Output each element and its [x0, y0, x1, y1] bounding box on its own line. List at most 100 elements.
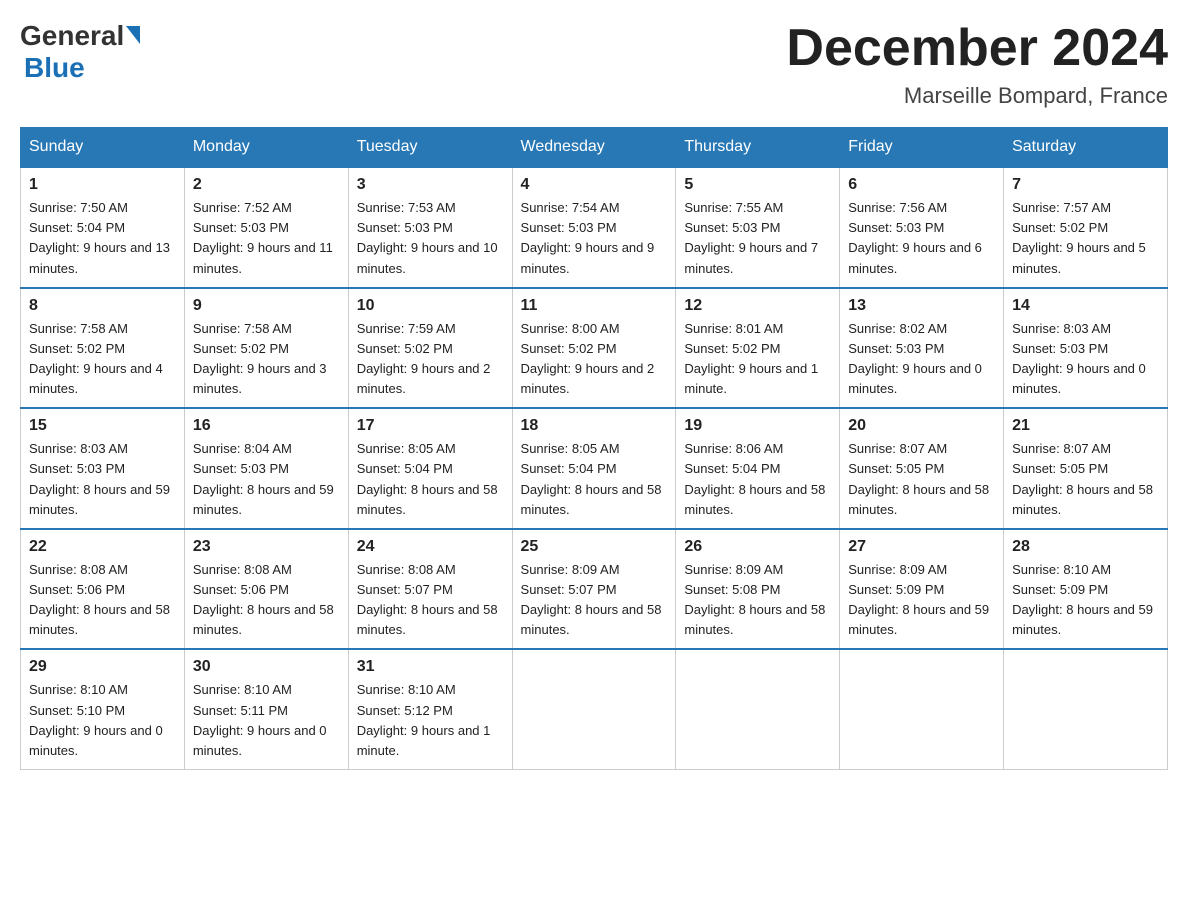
- week-row-1: 1 Sunrise: 7:50 AMSunset: 5:04 PMDayligh…: [21, 167, 1168, 288]
- day-cell: 31 Sunrise: 8:10 AMSunset: 5:12 PMDaylig…: [348, 649, 512, 769]
- header-tuesday: Tuesday: [348, 128, 512, 168]
- day-cell: 23 Sunrise: 8:08 AMSunset: 5:06 PMDaylig…: [184, 529, 348, 650]
- day-cell: 4 Sunrise: 7:54 AMSunset: 5:03 PMDayligh…: [512, 167, 676, 288]
- day-info: Sunrise: 7:58 AMSunset: 5:02 PMDaylight:…: [193, 321, 327, 396]
- week-row-4: 22 Sunrise: 8:08 AMSunset: 5:06 PMDaylig…: [21, 529, 1168, 650]
- header-row: SundayMondayTuesdayWednesdayThursdayFrid…: [21, 128, 1168, 168]
- day-cell: 26 Sunrise: 8:09 AMSunset: 5:08 PMDaylig…: [676, 529, 840, 650]
- day-number: 30: [193, 658, 340, 676]
- logo-blue-text: Blue: [24, 52, 85, 84]
- day-number: 10: [357, 297, 504, 315]
- header-friday: Friday: [840, 128, 1004, 168]
- day-info: Sunrise: 8:07 AMSunset: 5:05 PMDaylight:…: [1012, 441, 1153, 516]
- day-info: Sunrise: 8:04 AMSunset: 5:03 PMDaylight:…: [193, 441, 334, 516]
- day-cell: 8 Sunrise: 7:58 AMSunset: 5:02 PMDayligh…: [21, 288, 185, 409]
- day-number: 23: [193, 538, 340, 556]
- day-cell: 22 Sunrise: 8:08 AMSunset: 5:06 PMDaylig…: [21, 529, 185, 650]
- day-number: 17: [357, 417, 504, 435]
- day-cell: 24 Sunrise: 8:08 AMSunset: 5:07 PMDaylig…: [348, 529, 512, 650]
- day-info: Sunrise: 8:05 AMSunset: 5:04 PMDaylight:…: [521, 441, 662, 516]
- day-number: 31: [357, 658, 504, 676]
- day-cell: 6 Sunrise: 7:56 AMSunset: 5:03 PMDayligh…: [840, 167, 1004, 288]
- day-number: 21: [1012, 417, 1159, 435]
- day-cell: 12 Sunrise: 8:01 AMSunset: 5:02 PMDaylig…: [676, 288, 840, 409]
- day-number: 16: [193, 417, 340, 435]
- day-number: 9: [193, 297, 340, 315]
- day-number: 27: [848, 538, 995, 556]
- title-area: December 2024 Marseille Bompard, France: [786, 20, 1168, 109]
- day-cell: 17 Sunrise: 8:05 AMSunset: 5:04 PMDaylig…: [348, 408, 512, 529]
- day-info: Sunrise: 8:08 AMSunset: 5:06 PMDaylight:…: [29, 562, 170, 637]
- day-cell: 5 Sunrise: 7:55 AMSunset: 5:03 PMDayligh…: [676, 167, 840, 288]
- logo-general-text: General: [20, 20, 124, 52]
- day-info: Sunrise: 7:55 AMSunset: 5:03 PMDaylight:…: [684, 200, 818, 275]
- day-cell: [512, 649, 676, 769]
- day-number: 8: [29, 297, 176, 315]
- day-number: 5: [684, 176, 831, 194]
- day-cell: [840, 649, 1004, 769]
- day-number: 15: [29, 417, 176, 435]
- day-info: Sunrise: 7:59 AMSunset: 5:02 PMDaylight:…: [357, 321, 491, 396]
- day-number: 20: [848, 417, 995, 435]
- week-row-3: 15 Sunrise: 8:03 AMSunset: 5:03 PMDaylig…: [21, 408, 1168, 529]
- day-info: Sunrise: 7:54 AMSunset: 5:03 PMDaylight:…: [521, 200, 655, 275]
- day-cell: 2 Sunrise: 7:52 AMSunset: 5:03 PMDayligh…: [184, 167, 348, 288]
- day-number: 11: [521, 297, 668, 315]
- day-number: 26: [684, 538, 831, 556]
- day-number: 6: [848, 176, 995, 194]
- day-number: 18: [521, 417, 668, 435]
- week-row-2: 8 Sunrise: 7:58 AMSunset: 5:02 PMDayligh…: [21, 288, 1168, 409]
- day-info: Sunrise: 8:10 AMSunset: 5:11 PMDaylight:…: [193, 682, 327, 757]
- header-thursday: Thursday: [676, 128, 840, 168]
- header-saturday: Saturday: [1004, 128, 1168, 168]
- calendar-table: SundayMondayTuesdayWednesdayThursdayFrid…: [20, 127, 1168, 770]
- day-cell: 11 Sunrise: 8:00 AMSunset: 5:02 PMDaylig…: [512, 288, 676, 409]
- day-info: Sunrise: 7:58 AMSunset: 5:02 PMDaylight:…: [29, 321, 163, 396]
- day-cell: 9 Sunrise: 7:58 AMSunset: 5:02 PMDayligh…: [184, 288, 348, 409]
- day-cell: 14 Sunrise: 8:03 AMSunset: 5:03 PMDaylig…: [1004, 288, 1168, 409]
- day-cell: 15 Sunrise: 8:03 AMSunset: 5:03 PMDaylig…: [21, 408, 185, 529]
- day-cell: 19 Sunrise: 8:06 AMSunset: 5:04 PMDaylig…: [676, 408, 840, 529]
- month-title: December 2024: [786, 20, 1168, 77]
- day-info: Sunrise: 7:56 AMSunset: 5:03 PMDaylight:…: [848, 200, 982, 275]
- day-cell: 3 Sunrise: 7:53 AMSunset: 5:03 PMDayligh…: [348, 167, 512, 288]
- day-info: Sunrise: 7:57 AMSunset: 5:02 PMDaylight:…: [1012, 200, 1146, 275]
- day-info: Sunrise: 8:03 AMSunset: 5:03 PMDaylight:…: [29, 441, 170, 516]
- day-cell: 30 Sunrise: 8:10 AMSunset: 5:11 PMDaylig…: [184, 649, 348, 769]
- day-cell: 27 Sunrise: 8:09 AMSunset: 5:09 PMDaylig…: [840, 529, 1004, 650]
- day-cell: [676, 649, 840, 769]
- day-cell: 25 Sunrise: 8:09 AMSunset: 5:07 PMDaylig…: [512, 529, 676, 650]
- day-info: Sunrise: 8:05 AMSunset: 5:04 PMDaylight:…: [357, 441, 498, 516]
- day-number: 28: [1012, 538, 1159, 556]
- day-number: 13: [848, 297, 995, 315]
- day-number: 25: [521, 538, 668, 556]
- day-info: Sunrise: 7:52 AMSunset: 5:03 PMDaylight:…: [193, 200, 333, 275]
- day-number: 14: [1012, 297, 1159, 315]
- day-info: Sunrise: 7:53 AMSunset: 5:03 PMDaylight:…: [357, 200, 498, 275]
- header-monday: Monday: [184, 128, 348, 168]
- day-info: Sunrise: 8:10 AMSunset: 5:12 PMDaylight:…: [357, 682, 491, 757]
- day-info: Sunrise: 8:08 AMSunset: 5:07 PMDaylight:…: [357, 562, 498, 637]
- day-info: Sunrise: 8:00 AMSunset: 5:02 PMDaylight:…: [521, 321, 655, 396]
- day-cell: 13 Sunrise: 8:02 AMSunset: 5:03 PMDaylig…: [840, 288, 1004, 409]
- day-cell: 18 Sunrise: 8:05 AMSunset: 5:04 PMDaylig…: [512, 408, 676, 529]
- day-info: Sunrise: 8:01 AMSunset: 5:02 PMDaylight:…: [684, 321, 818, 396]
- day-info: Sunrise: 8:07 AMSunset: 5:05 PMDaylight:…: [848, 441, 989, 516]
- day-number: 1: [29, 176, 176, 194]
- day-cell: 28 Sunrise: 8:10 AMSunset: 5:09 PMDaylig…: [1004, 529, 1168, 650]
- day-number: 2: [193, 176, 340, 194]
- day-number: 3: [357, 176, 504, 194]
- logo: General: [20, 20, 140, 52]
- day-info: Sunrise: 8:09 AMSunset: 5:07 PMDaylight:…: [521, 562, 662, 637]
- day-cell: 20 Sunrise: 8:07 AMSunset: 5:05 PMDaylig…: [840, 408, 1004, 529]
- day-cell: 21 Sunrise: 8:07 AMSunset: 5:05 PMDaylig…: [1004, 408, 1168, 529]
- week-row-5: 29 Sunrise: 8:10 AMSunset: 5:10 PMDaylig…: [21, 649, 1168, 769]
- day-info: Sunrise: 8:03 AMSunset: 5:03 PMDaylight:…: [1012, 321, 1146, 396]
- day-cell: 29 Sunrise: 8:10 AMSunset: 5:10 PMDaylig…: [21, 649, 185, 769]
- day-info: Sunrise: 8:10 AMSunset: 5:10 PMDaylight:…: [29, 682, 163, 757]
- day-info: Sunrise: 8:09 AMSunset: 5:09 PMDaylight:…: [848, 562, 989, 637]
- logo-blue-label: Blue: [24, 52, 85, 83]
- location-subtitle: Marseille Bompard, France: [786, 83, 1168, 109]
- day-number: 7: [1012, 176, 1159, 194]
- day-info: Sunrise: 8:09 AMSunset: 5:08 PMDaylight:…: [684, 562, 825, 637]
